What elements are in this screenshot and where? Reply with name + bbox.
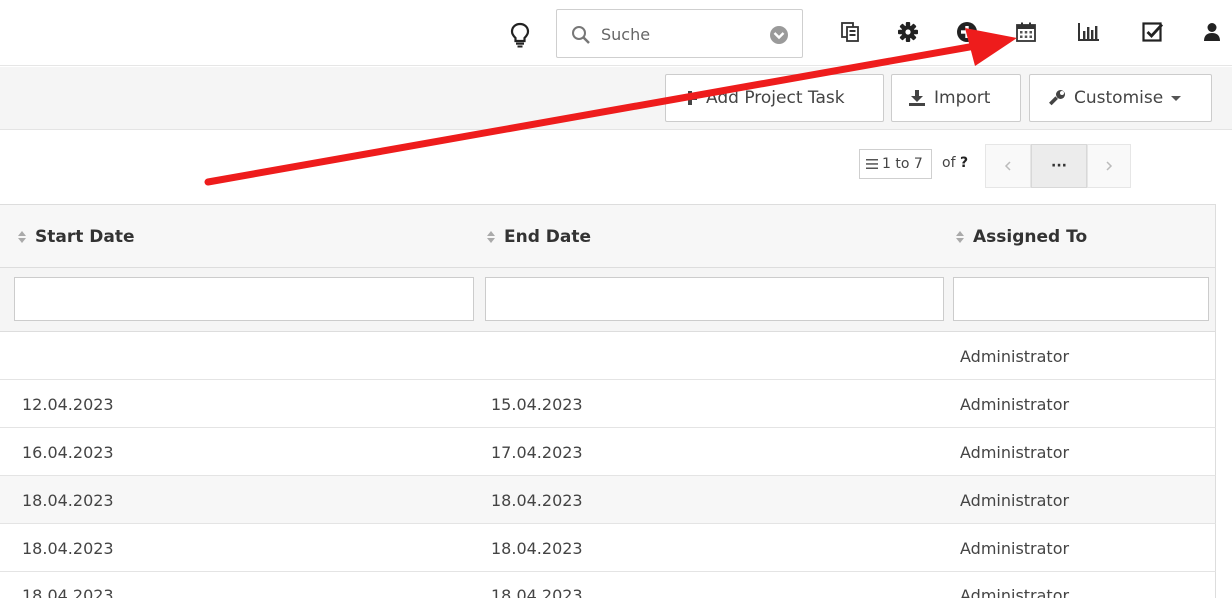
start-date-filter-input[interactable] <box>14 277 474 321</box>
import-button[interactable]: Import <box>891 74 1021 122</box>
page-of-label: of <box>942 155 956 171</box>
page-total: of ? <box>942 155 968 171</box>
customise-label: Customise <box>1074 88 1164 108</box>
start-date-cell: 18.04.2023 <box>22 538 114 558</box>
end-date-filter-input[interactable] <box>485 277 944 321</box>
lightbulb-icon[interactable] <box>509 22 531 48</box>
sort-icon <box>487 231 495 243</box>
sort-icon <box>18 231 26 243</box>
table-row[interactable]: 12.04.2023 15.04.2023 Administrator <box>0 380 1216 428</box>
calendar-icon[interactable] <box>1014 20 1038 44</box>
more-pages-label: ··· <box>1051 158 1067 174</box>
assigned-to-cell: Administrator <box>960 346 1070 366</box>
assigned-to-cell: Administrator <box>960 442 1070 462</box>
caret-down-icon <box>1171 95 1182 101</box>
search-icon[interactable] <box>571 25 591 45</box>
column-header-label: Start Date <box>35 227 135 247</box>
plus-circle-icon[interactable] <box>955 20 979 44</box>
user-icon[interactable] <box>1200 20 1224 44</box>
end-date-cell: 18.04.2023 <box>491 490 583 510</box>
assigned-to-cell: Administrator <box>960 394 1070 414</box>
previous-page-button[interactable] <box>985 144 1031 188</box>
add-project-task-button[interactable]: Add Project Task <box>665 74 884 122</box>
assigned-to-cell: Administrator <box>960 585 1070 598</box>
end-date-cell: 18.04.2023 <box>491 538 583 558</box>
column-header-label: End Date <box>504 227 592 247</box>
column-header-assigned-to[interactable]: Assigned To <box>955 205 1087 269</box>
page-range-selector[interactable]: 1 to 7 <box>859 149 932 179</box>
copy-icon[interactable] <box>838 20 862 44</box>
next-page-button[interactable] <box>1087 144 1131 188</box>
end-date-cell: 15.04.2023 <box>491 394 583 414</box>
more-pages-button[interactable]: ··· <box>1031 144 1087 188</box>
clear-icon[interactable] <box>769 25 789 45</box>
search-box <box>556 9 803 58</box>
table-header: Start Date End Date Assigned To <box>0 204 1216 268</box>
table-row[interactable]: 16.04.2023 17.04.2023 Administrator <box>0 428 1216 476</box>
column-header-end-date[interactable]: End Date <box>486 205 591 269</box>
end-date-cell: 17.04.2023 <box>491 442 583 462</box>
plus-icon <box>683 91 697 105</box>
start-date-cell: 18.04.2023 <box>22 490 114 510</box>
checkbox-icon[interactable] <box>1141 20 1165 44</box>
add-project-task-label: Add Project Task <box>706 88 845 108</box>
start-date-cell: 18.04.2023 <box>22 585 114 598</box>
chevron-right-icon <box>1106 161 1113 171</box>
customise-button[interactable]: Customise <box>1029 74 1212 122</box>
filter-row <box>0 268 1216 332</box>
assigned-to-filter-input[interactable] <box>953 277 1209 321</box>
table-row[interactable]: 18.04.2023 18.04.2023 Administrator <box>0 524 1216 572</box>
page-range: 1 to 7 <box>882 156 923 172</box>
table-row[interactable]: Administrator <box>0 332 1216 380</box>
download-icon <box>909 90 925 106</box>
assigned-to-cell: Administrator <box>960 538 1070 558</box>
start-date-cell: 12.04.2023 <box>22 394 114 414</box>
gear-icon[interactable] <box>896 20 920 44</box>
table-row[interactable]: 18.04.2023 18.04.2023 Administrator <box>0 476 1216 524</box>
import-label: Import <box>934 88 991 108</box>
sort-icon <box>956 231 964 243</box>
list-toolbar: Add Project Task Import Customise <box>0 67 1232 130</box>
table-row[interactable]: 18.04.2023 18.04.2023 Administrator <box>0 572 1216 598</box>
chevron-left-icon <box>1004 161 1011 171</box>
search-input[interactable] <box>601 23 761 45</box>
column-header-start-date[interactable]: Start Date <box>17 205 135 269</box>
column-header-label: Assigned To <box>973 227 1088 247</box>
start-date-cell: 16.04.2023 <box>22 442 114 462</box>
page-total-value: ? <box>959 155 969 171</box>
assigned-to-cell: Administrator <box>960 490 1070 510</box>
top-navigation-bar <box>0 0 1232 66</box>
wrench-icon <box>1049 90 1065 106</box>
bar-chart-icon[interactable] <box>1076 20 1100 44</box>
list-icon <box>866 159 878 169</box>
end-date-cell: 18.04.2023 <box>491 585 583 598</box>
